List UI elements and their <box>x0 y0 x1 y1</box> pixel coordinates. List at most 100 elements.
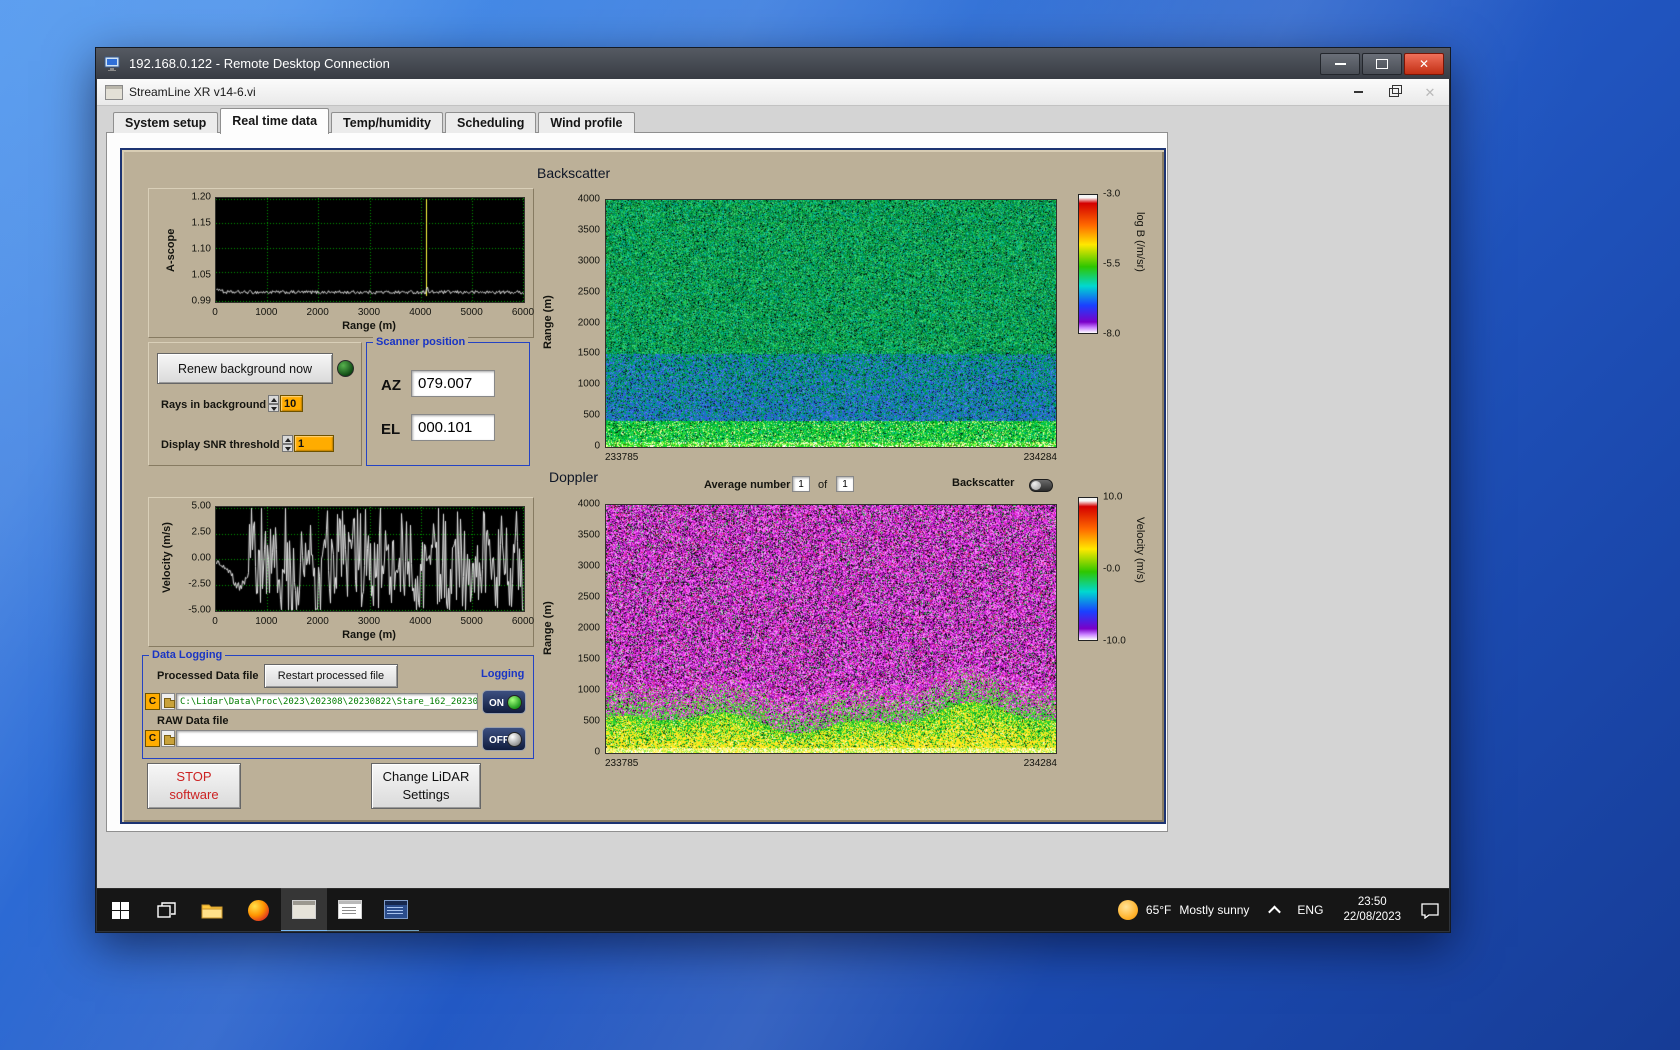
tick-label: 2500 <box>577 591 600 603</box>
tick-label: 0.00 <box>191 552 211 564</box>
rdp-computer-icon <box>104 56 122 72</box>
tick-label: 10.0 <box>1103 491 1123 503</box>
renew-background-button[interactable]: Renew background now <box>157 353 333 384</box>
taskbar-action-center-button[interactable] <box>1411 889 1449 931</box>
processed-browse-button[interactable] <box>161 693 175 710</box>
tick-label: 3500 <box>577 529 600 541</box>
labview-window: StreamLine XR v14-6.vi ✕ System setup Re… <box>97 79 1449 889</box>
taskbar-task-view-button[interactable] <box>143 889 189 931</box>
backscatter-y-ticks: 4000 3500 3000 2500 2000 1500 1000 500 0 <box>562 194 600 452</box>
streamline-app-icon <box>292 899 316 919</box>
az-value-field[interactable]: 079.007 <box>411 370 495 397</box>
clock-time: 23:50 <box>1357 896 1387 909</box>
tick-label: 0 <box>212 307 218 318</box>
logging-on-led <box>507 695 522 710</box>
rdp-maximize-button[interactable] <box>1362 52 1402 75</box>
tab-system-setup[interactable]: System setup <box>113 112 219 133</box>
taskbar-hidden-icons-button[interactable] <box>1261 889 1287 931</box>
velocity-y-ticks: 5.00 2.50 0.00 -2.50 -5.00 <box>177 501 211 616</box>
close-icon: ✕ <box>1424 84 1436 100</box>
tick-label: 500 <box>583 409 600 421</box>
restart-processed-file-button[interactable]: Restart processed file <box>264 664 398 688</box>
doppler-section-label: Doppler <box>549 469 599 485</box>
tick-label: 1.10 <box>191 243 211 255</box>
task-view-icon <box>156 901 176 918</box>
raw-browse-button[interactable] <box>161 730 175 747</box>
velocity-plot-canvas <box>215 506 525 612</box>
raw-path-field[interactable] <box>176 730 478 747</box>
processed-path-field[interactable]: C:\Lidar\Data\Proc\2023\202308\20230822\… <box>176 693 478 710</box>
taskbar-file-explorer-button[interactable] <box>189 889 235 931</box>
average-total-field[interactable]: 1 <box>836 476 854 492</box>
backscatter-doppler-toggle[interactable] <box>1029 479 1053 492</box>
taskbar-start-button[interactable] <box>97 889 143 931</box>
scanner-position-group: Scanner position AZ 079.007 EL 000.101 <box>366 335 530 466</box>
tick-label: 4000 <box>409 616 432 627</box>
tick-label: 4000 <box>577 498 600 510</box>
average-number-field[interactable]: 1 <box>792 476 810 492</box>
labview-minimize-button[interactable] <box>1347 83 1369 101</box>
raw-logging-toggle[interactable]: OFF <box>482 727 526 751</box>
taskbar-language-button[interactable]: ENG <box>1287 889 1333 931</box>
rdp-titlebar[interactable]: 192.168.0.122 - Remote Desktop Connectio… <box>96 48 1450 79</box>
taskbar-firefox-button[interactable] <box>235 889 281 931</box>
stop-software-button[interactable]: STOP software <box>147 763 241 809</box>
taskbar-streamline-app-button[interactable] <box>281 888 327 931</box>
spin-down-icon <box>282 443 293 452</box>
rdp-client-area: StreamLine XR v14-6.vi ✕ System setup Re… <box>97 79 1449 931</box>
rdp-close-button[interactable]: ✕ <box>1404 52 1444 75</box>
stop-line2: software <box>169 787 219 802</box>
labview-titlebar[interactable]: StreamLine XR v14-6.vi ✕ <box>97 79 1449 106</box>
spin-up-icon <box>282 435 293 444</box>
on-label: ON <box>489 698 504 709</box>
tick-label: 2000 <box>306 616 329 627</box>
tick-label: 3000 <box>357 616 381 627</box>
taskbar-scan-scheduler-app-button[interactable] <box>327 888 373 931</box>
rays-value-field[interactable]: 10 <box>280 395 303 412</box>
doppler-colorbar-label: Velocity (m/s) <box>1134 517 1146 584</box>
rays-in-background-label: Rays in background <box>161 399 267 411</box>
rdp-minimize-button[interactable] <box>1320 52 1360 75</box>
rays-spinner[interactable] <box>268 395 279 412</box>
backscatter-colorbar-ticks: -3.0 -5.5 -8.0 <box>1103 189 1133 340</box>
main-panel: Backscatter Doppler A-scope 1.20 1.15 1.10… <box>120 148 1166 824</box>
taskbar-app-window-button[interactable] <box>373 888 419 931</box>
doppler-heatmap-canvas <box>605 504 1057 754</box>
taskbar-clock[interactable]: 23:50 22/08/2023 <box>1333 889 1411 931</box>
tick-label: -3.0 <box>1103 188 1121 200</box>
snr-value-field[interactable]: 1 <box>294 435 334 452</box>
tab-wind-profile[interactable]: Wind profile <box>538 112 635 133</box>
snr-spinner[interactable] <box>282 435 293 452</box>
logging-off-led <box>507 732 522 747</box>
backscatter-colorbar-label: log B (/m/sr) <box>1134 212 1146 272</box>
tick-label: -0.0 <box>1103 563 1121 575</box>
processed-data-file-label: Processed Data file <box>157 670 259 682</box>
tab-bar: System setup Real time data Temp/humidit… <box>106 108 637 134</box>
doppler-x-end: 234284 <box>1023 758 1057 769</box>
average-of-label: of <box>818 479 828 491</box>
tab-real-time-data[interactable]: Real time data <box>220 108 330 134</box>
taskbar-weather-widget[interactable]: 65°F Mostly sunny <box>1106 889 1262 931</box>
processed-logging-toggle[interactable]: ON <box>482 690 526 714</box>
tick-label: 1000 <box>577 684 600 696</box>
tick-label: 1000 <box>255 307 278 318</box>
labview-close-button[interactable]: ✕ <box>1419 83 1441 101</box>
ascope-y-ticks: 1.20 1.15 1.10 1.05 0.99 <box>179 192 211 307</box>
tick-label: 4000 <box>409 307 432 318</box>
backscatter-heatmap-canvas <box>605 199 1057 448</box>
tick-label: 1.05 <box>191 269 211 281</box>
tick-label: 3000 <box>577 255 600 267</box>
velocity-y-axis-label: Velocity (m/s) <box>161 522 173 594</box>
raw-data-file-label: RAW Data file <box>157 715 229 727</box>
processed-drive-selector[interactable]: C <box>145 693 160 710</box>
minimize-icon <box>1334 62 1346 65</box>
ascope-y-axis-label: A-scope <box>165 228 177 272</box>
el-value-field[interactable]: 000.101 <box>411 414 495 441</box>
tab-scheduling[interactable]: Scheduling <box>445 112 537 133</box>
clock-date: 22/08/2023 <box>1343 911 1401 923</box>
labview-restore-button[interactable] <box>1383 83 1405 101</box>
raw-drive-selector[interactable]: C <box>145 730 160 747</box>
change-lidar-settings-button[interactable]: Change LiDAR Settings <box>371 763 481 809</box>
tab-temp-humidity[interactable]: Temp/humidity <box>331 112 444 133</box>
ascope-plot-canvas <box>215 197 525 303</box>
